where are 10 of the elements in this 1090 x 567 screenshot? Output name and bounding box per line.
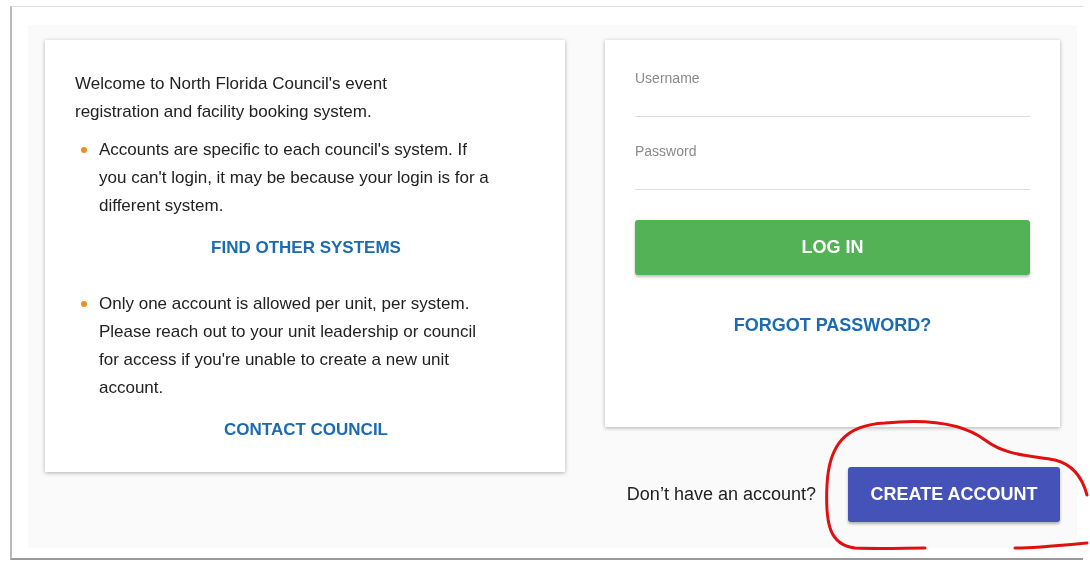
text-link[interactable]: CONTACT COUNCIL bbox=[224, 416, 388, 444]
signup-prompt: Don’t have an account? bbox=[626, 484, 816, 505]
forgot-password-link[interactable]: FORGOT PASSWORD? bbox=[733, 315, 932, 336]
input-field[interactable]: Password bbox=[635, 139, 1030, 190]
create-account-button[interactable]: CREATE ACCOUNT bbox=[848, 467, 1060, 522]
input-field[interactable]: Username bbox=[635, 66, 1030, 117]
note-text: Only one account is allowed per unit, per system. Please reach out to your unit leadership or council for access if you're unable to create a new unit account. bbox=[99, 293, 478, 399]
note-text: Accounts are specific to each council's system. If you can't login, it may be because your login is for a different system. bbox=[99, 139, 490, 217]
text-link[interactable]: FIND OTHER SYSTEMS bbox=[211, 234, 401, 262]
welcome-text: Welcome to North Florida Council's event registration and facility booking system. bbox=[75, 73, 388, 123]
